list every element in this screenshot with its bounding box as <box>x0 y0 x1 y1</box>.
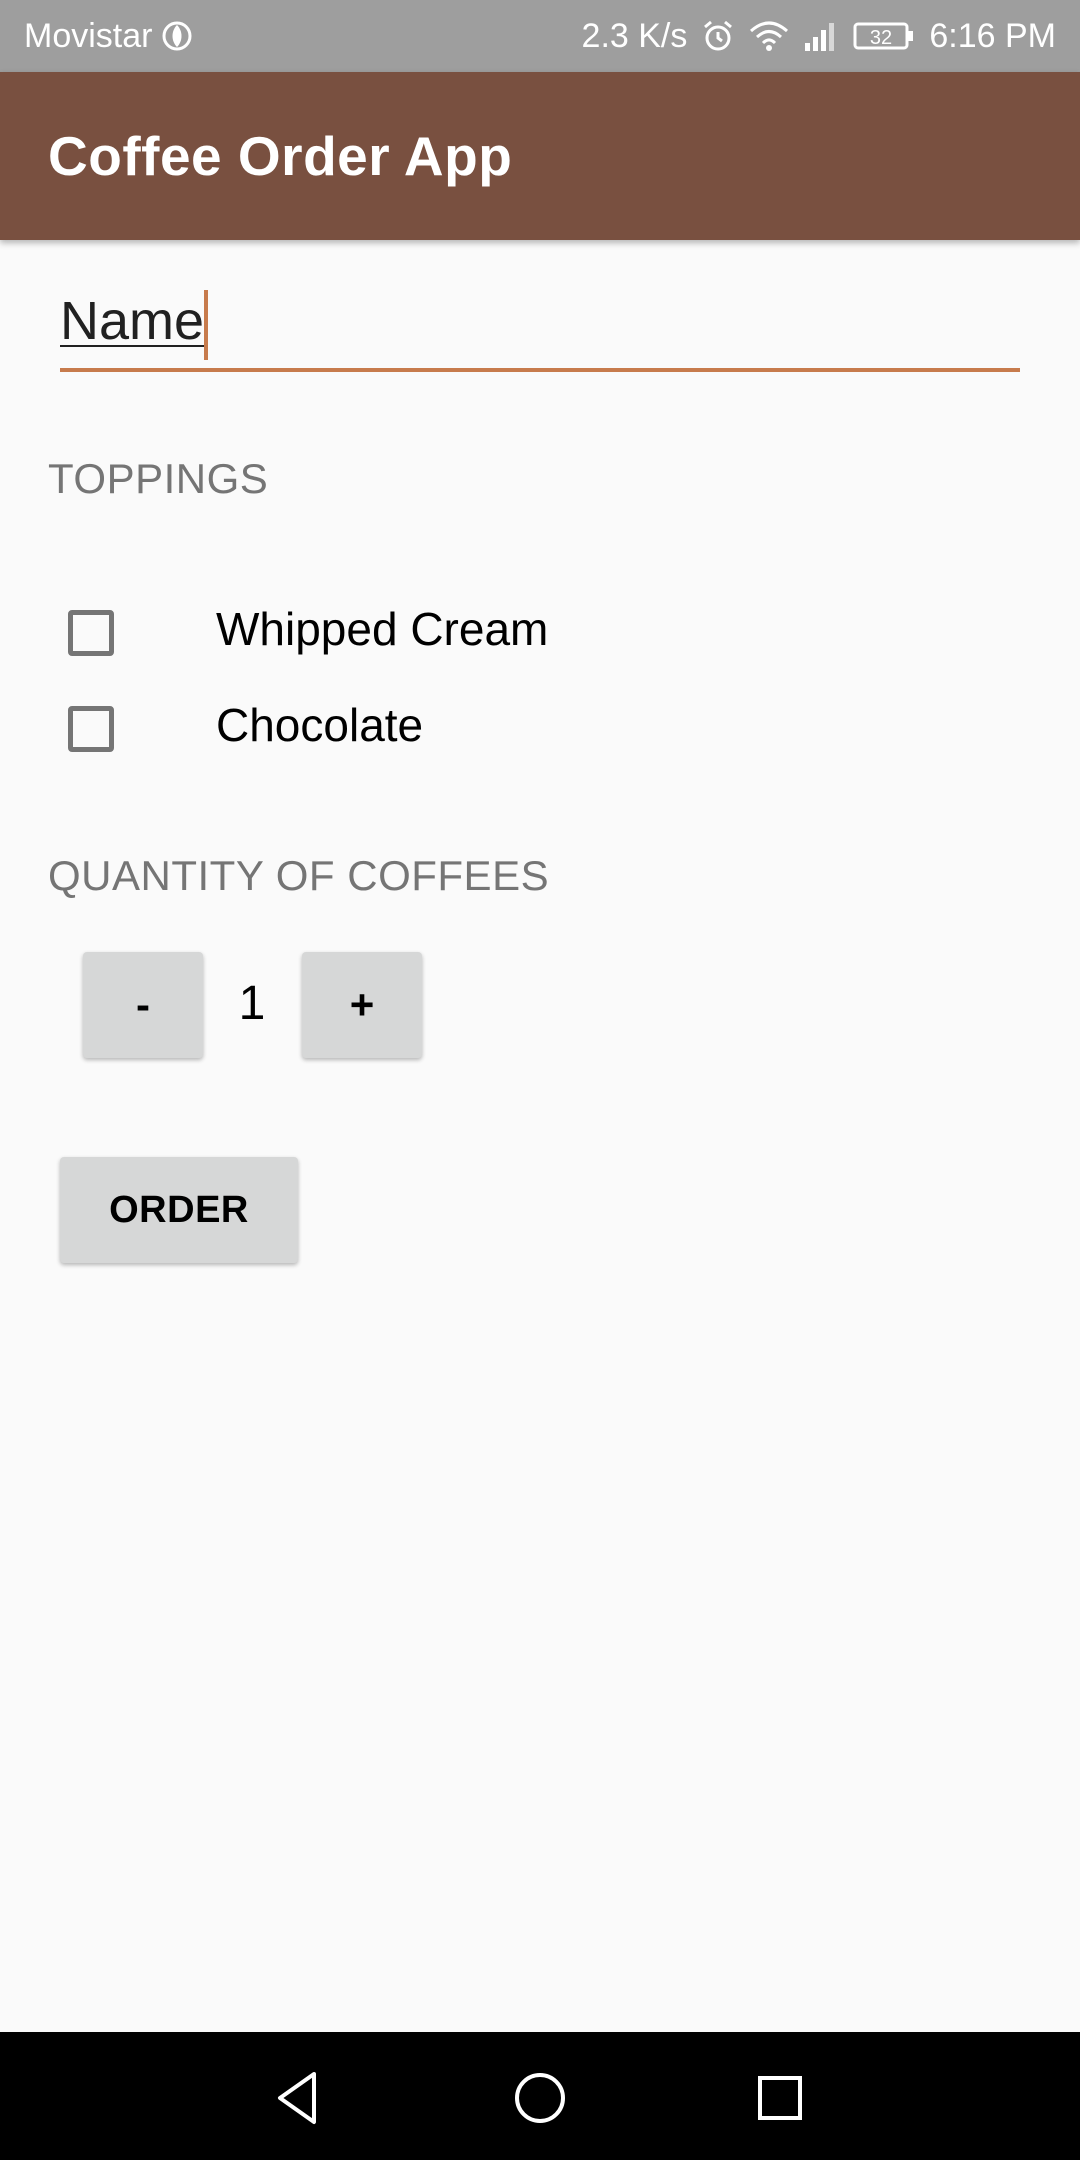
app-bar: Coffee Order App <box>0 72 1080 240</box>
decrement-button[interactable]: - <box>83 952 203 1058</box>
chocolate-checkbox[interactable] <box>68 706 114 752</box>
text-cursor <box>204 290 208 360</box>
status-bar-right: 2.3 K/s 32 6:16 PM <box>582 0 1056 72</box>
wifi-icon <box>749 19 789 53</box>
cell-signal-icon <box>803 19 839 53</box>
toppings-heading: TOPPINGS <box>48 455 269 502</box>
whipped-cream-checkbox-row[interactable]: Whipped Cream <box>68 603 768 670</box>
status-bar: Movistar 2.3 K/s 32 6:16 PM <box>0 0 1080 72</box>
quantity-heading: QUANTITY OF COFFEES <box>48 852 550 899</box>
alarm-icon <box>701 19 735 53</box>
app-title: Coffee Order App <box>48 125 513 187</box>
back-icon[interactable] <box>268 2066 332 2130</box>
order-button[interactable]: ORDER <box>60 1157 298 1263</box>
carrier-signal-icon <box>160 19 194 53</box>
increment-button[interactable]: + <box>302 952 422 1058</box>
recents-icon[interactable] <box>748 2066 812 2130</box>
carrier-name: Movistar <box>24 17 153 55</box>
whipped-cream-label[interactable]: Whipped Cream <box>216 602 548 656</box>
clock: 6:16 PM <box>929 17 1056 55</box>
name-input[interactable]: Name <box>60 290 1020 374</box>
network-speed: 2.3 K/s <box>581 17 688 55</box>
status-bar-left: Movistar <box>24 0 194 72</box>
whipped-cream-checkbox[interactable] <box>68 610 114 656</box>
battery-icon: 32 <box>853 19 915 53</box>
name-input-underline <box>60 368 1020 372</box>
navigation-bar <box>0 2032 1080 2160</box>
chocolate-label[interactable]: Chocolate <box>216 698 423 752</box>
chocolate-checkbox-row[interactable]: Chocolate <box>68 699 768 766</box>
quantity-value: 1 <box>238 977 266 1030</box>
name-input-value[interactable]: Name <box>60 290 204 352</box>
home-icon[interactable] <box>508 2066 572 2130</box>
battery-level: 32 <box>870 27 892 49</box>
